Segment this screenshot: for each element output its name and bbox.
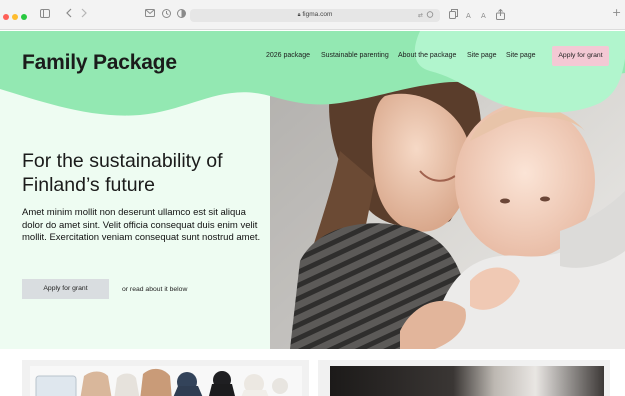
share-icon[interactable] — [496, 8, 505, 24]
sidebar-icon[interactable] — [40, 9, 50, 22]
text-smaller-button[interactable]: A — [466, 10, 471, 22]
text-larger-button[interactable]: A — [481, 10, 486, 22]
site-logo[interactable]: Family Package — [22, 51, 177, 75]
history-icon[interactable] — [162, 9, 171, 22]
maximize-window-button[interactable] — [21, 14, 27, 20]
translate-icon[interactable]: ⇄ — [418, 11, 434, 23]
new-tab-button[interactable]: + — [612, 7, 621, 19]
nav-link-sustainable-parenting[interactable]: Sustainable parenting — [321, 52, 389, 59]
apply-grant-header-button[interactable]: Apply for grant — [552, 46, 609, 66]
nav-link-2026-package[interactable]: 2026 package — [266, 52, 310, 59]
hero-body-text: Amet minim mollit non deserunt ullamco e… — [22, 207, 261, 244]
product-card-photo[interactable] — [318, 360, 610, 396]
mail-icon[interactable] — [145, 9, 155, 21]
header-wave — [0, 31, 625, 116]
website-viewport: Family Package 2026 package Sustainable … — [0, 31, 625, 396]
close-window-button[interactable] — [3, 14, 9, 20]
product-card-clothes[interactable] — [22, 360, 309, 396]
browser-toolbar: 🔒︎ figma.com ⇄ A A + — [0, 0, 625, 30]
svg-text:⇄: ⇄ — [418, 12, 423, 18]
back-icon[interactable] — [66, 8, 72, 22]
url-text: figma.com — [302, 11, 333, 18]
apply-grant-button[interactable]: Apply for grant — [22, 279, 109, 299]
baby-clothes-image — [22, 360, 309, 396]
shield-icon[interactable] — [177, 9, 186, 22]
nav-link-about-package[interactable]: About the package — [398, 52, 456, 59]
card-photo-image — [318, 360, 610, 396]
lock-icon: 🔒︎ — [297, 12, 301, 18]
copy-icon[interactable] — [449, 9, 458, 23]
hero-headline: For the sustainability of Finland’s futu… — [22, 150, 223, 196]
address-bar[interactable]: 🔒︎ figma.com — [190, 9, 440, 22]
nav-link-site-page-1[interactable]: Site page — [467, 52, 497, 59]
nav-link-site-page-2[interactable]: Site page — [506, 52, 536, 59]
forward-icon[interactable] — [81, 8, 87, 22]
read-below-link[interactable]: or read about it below — [122, 286, 187, 293]
browser-window: 🔒︎ figma.com ⇄ A A + Family Package 2026… — [0, 0, 625, 396]
minimize-window-button[interactable] — [12, 14, 18, 20]
